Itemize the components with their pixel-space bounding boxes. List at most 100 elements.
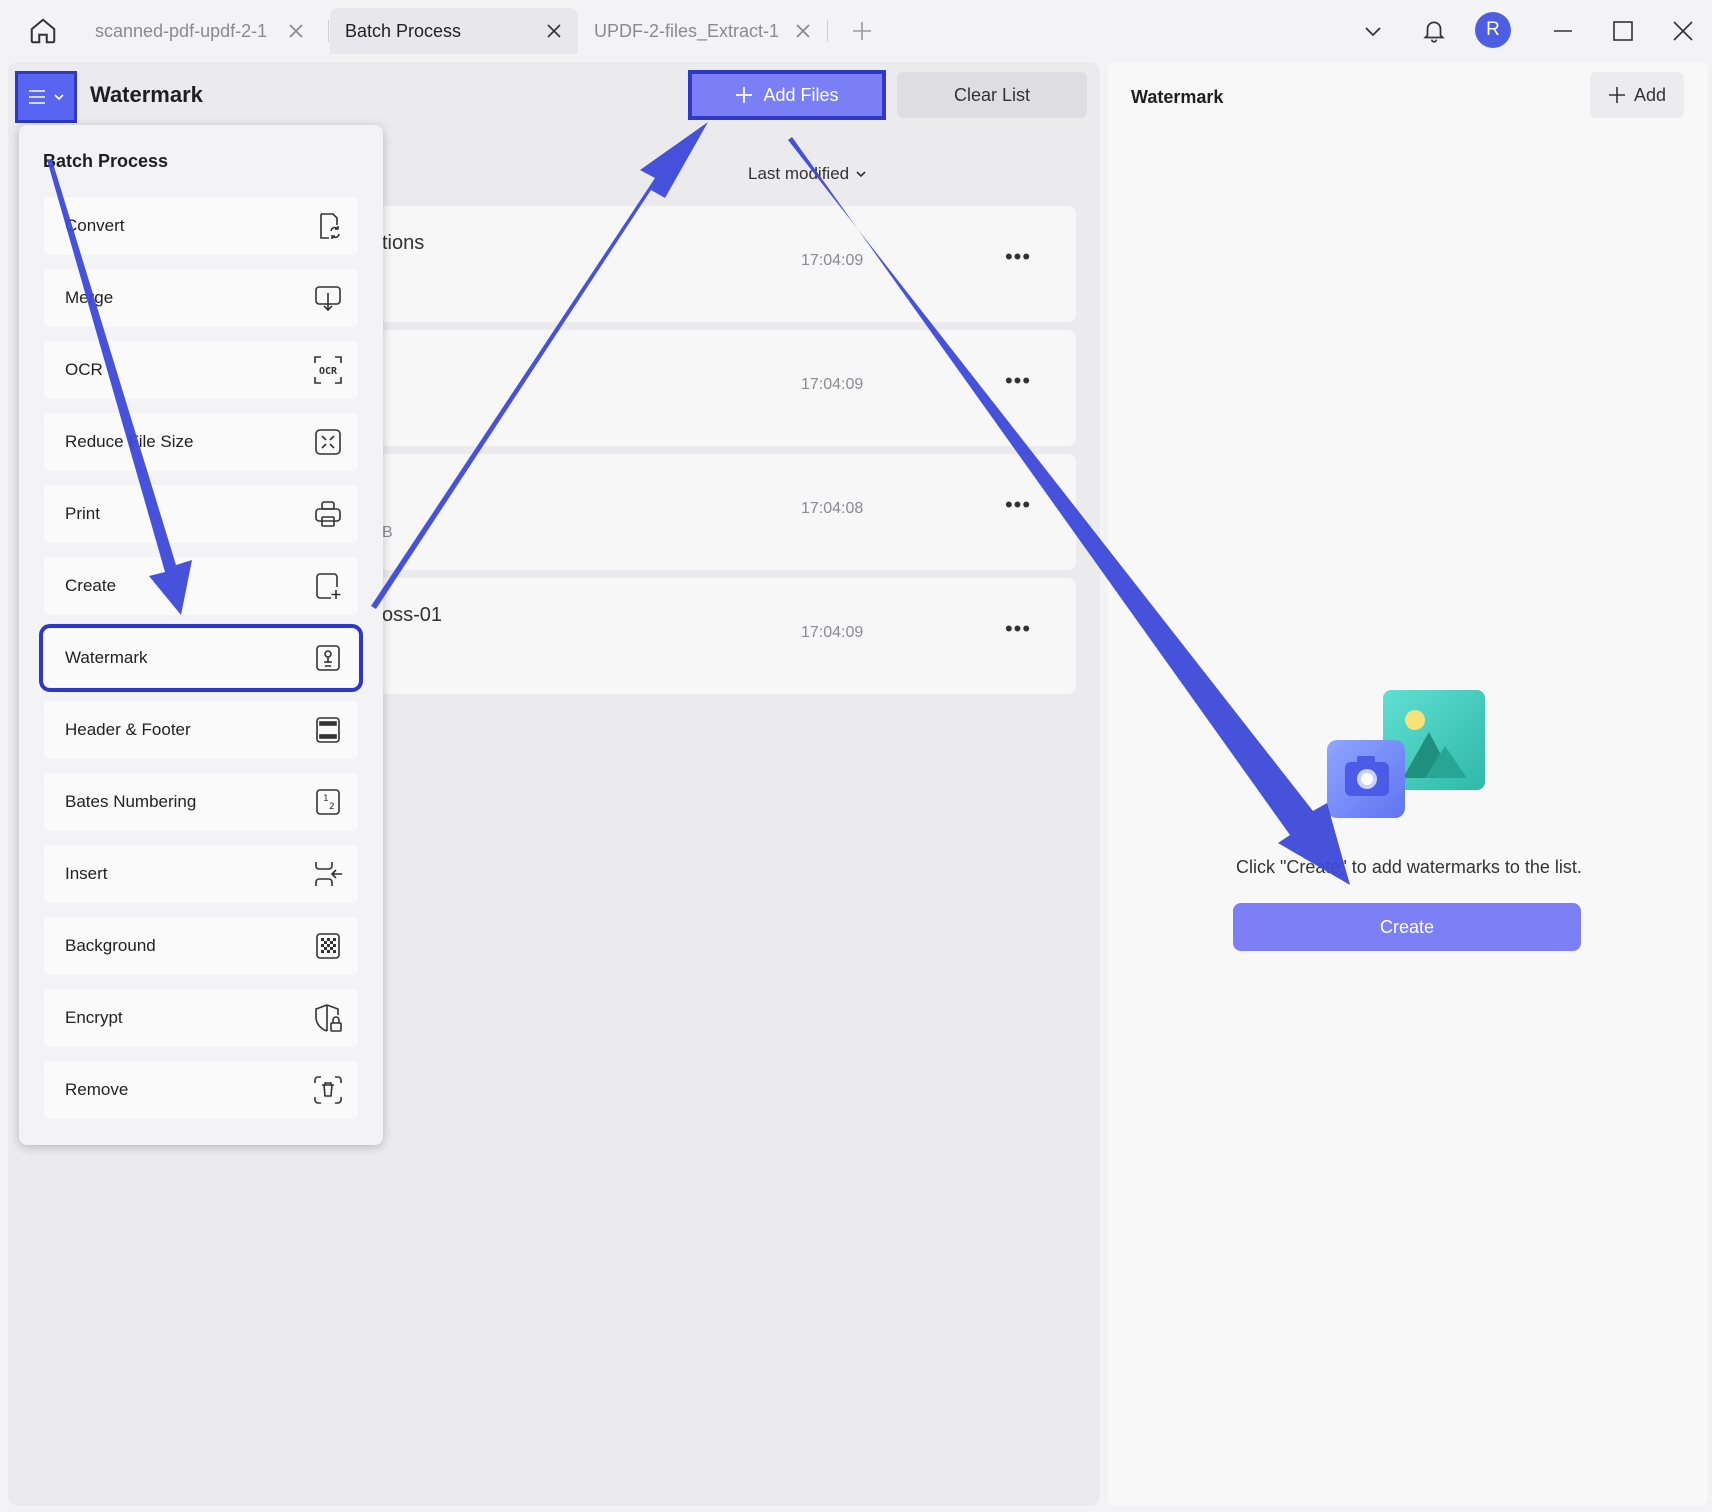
tab-bar: scanned-pdf-updf-2-1 Batch Process UPDF-… bbox=[0, 0, 1712, 60]
file-row[interactable]: B 17:04:08 ••• bbox=[372, 454, 1076, 570]
menu-item-label: Insert bbox=[65, 864, 108, 883]
watermark-icon bbox=[312, 642, 344, 674]
tab-updf-extract[interactable]: UPDF-2-files_Extract-1 bbox=[579, 8, 819, 54]
menu-item-merge[interactable]: Merge bbox=[44, 269, 358, 327]
batch-process-menu: Batch Process Convert Merge OCR OCR Redu… bbox=[19, 125, 383, 1145]
image-placeholder-icon bbox=[1327, 690, 1485, 818]
tab-divider bbox=[827, 20, 828, 42]
more-options-icon[interactable]: ••• bbox=[1000, 366, 1036, 396]
avatar[interactable]: R bbox=[1475, 12, 1511, 48]
file-row[interactable]: 17:04:09 ••• bbox=[372, 330, 1076, 446]
close-icon[interactable] bbox=[544, 21, 564, 41]
maximize-icon bbox=[1613, 21, 1633, 41]
bell-icon bbox=[1423, 21, 1445, 43]
file-time: 17:04:09 bbox=[801, 624, 864, 641]
home-icon bbox=[30, 18, 56, 44]
menu-item-label: Watermark bbox=[65, 648, 148, 667]
close-window-button[interactable] bbox=[1664, 12, 1702, 50]
add-files-label: Add Files bbox=[763, 84, 839, 105]
file-time: 17:04:09 bbox=[801, 376, 864, 393]
menu-item-encrypt[interactable]: Encrypt bbox=[44, 989, 358, 1047]
menu-item-label: Bates Numbering bbox=[65, 792, 197, 811]
menu-item-watermark[interactable]: Watermark bbox=[39, 624, 363, 692]
menu-item-label: OCR bbox=[65, 360, 103, 379]
notifications-button[interactable] bbox=[1415, 12, 1453, 50]
more-options-icon[interactable]: ••• bbox=[1000, 242, 1036, 272]
menu-item-bates-numbering[interactable]: Bates Numbering 12 bbox=[44, 773, 358, 831]
chevron-down-icon bbox=[1365, 27, 1381, 37]
menu-item-label: Background bbox=[65, 936, 156, 955]
file-name: oss-01 bbox=[382, 604, 443, 626]
plus-icon bbox=[736, 87, 753, 103]
tab-label: scanned-pdf-updf-2-1 bbox=[95, 20, 268, 41]
file-row[interactable]: tions 17:04:09 ••• bbox=[372, 206, 1076, 322]
home-button[interactable] bbox=[24, 12, 62, 50]
more-options-icon[interactable]: ••• bbox=[1000, 614, 1036, 644]
add-files-button[interactable]: Add Files bbox=[688, 70, 886, 120]
empty-state-message: Click "Create" to add watermarks to the … bbox=[1236, 857, 1582, 877]
file-row[interactable]: oss-01 17:04:09 ••• bbox=[372, 578, 1076, 694]
close-icon[interactable] bbox=[286, 21, 306, 41]
tab-label: Batch Process bbox=[345, 20, 462, 41]
encrypt-icon bbox=[312, 1002, 344, 1034]
bates-numbering-icon: 12 bbox=[312, 786, 344, 818]
maximize-button[interactable] bbox=[1604, 12, 1642, 50]
file-time: 17:04:09 bbox=[801, 252, 864, 269]
svg-text:2: 2 bbox=[329, 802, 335, 812]
tab-batch-process[interactable]: Batch Process bbox=[330, 8, 578, 54]
menu-item-ocr[interactable]: OCR OCR bbox=[44, 341, 358, 399]
svg-text:OCR: OCR bbox=[319, 366, 338, 377]
print-icon bbox=[312, 498, 344, 530]
file-meta: B bbox=[382, 524, 393, 541]
menu-heading: Batch Process bbox=[43, 151, 169, 171]
menu-item-remove[interactable]: Remove bbox=[44, 1061, 358, 1119]
sort-label: Last modified bbox=[748, 164, 850, 183]
tab-label: UPDF-2-files_Extract-1 bbox=[594, 20, 780, 41]
menu-item-insert[interactable]: Insert bbox=[44, 845, 358, 903]
chevron-down-icon bbox=[54, 94, 64, 101]
minimize-button[interactable] bbox=[1544, 12, 1582, 50]
menu-item-create[interactable]: Create bbox=[44, 557, 358, 615]
ocr-icon: OCR bbox=[312, 354, 344, 386]
add-label: Add bbox=[1633, 84, 1667, 105]
more-options-icon[interactable]: ••• bbox=[1000, 490, 1036, 520]
background-icon bbox=[312, 930, 344, 962]
compress-icon bbox=[312, 426, 344, 458]
menu-item-header-footer[interactable]: Header & Footer bbox=[44, 701, 358, 759]
menu-item-label: Convert bbox=[65, 216, 125, 235]
close-icon[interactable] bbox=[793, 21, 813, 41]
create-icon bbox=[312, 570, 344, 602]
plus-icon bbox=[1608, 87, 1625, 103]
menu-item-label: Print bbox=[65, 504, 100, 523]
clear-list-button[interactable]: Clear List bbox=[897, 72, 1087, 118]
chevron-down-icon bbox=[856, 171, 866, 178]
sort-dropdown[interactable]: Last modified bbox=[748, 164, 867, 184]
menu-item-label: Reduce File Size bbox=[65, 432, 194, 451]
convert-icon bbox=[312, 210, 344, 242]
minimize-icon bbox=[1554, 30, 1572, 32]
menu-item-background[interactable]: Background bbox=[44, 917, 358, 975]
menu-item-label: Merge bbox=[65, 288, 114, 307]
close-icon bbox=[1673, 21, 1693, 41]
insert-icon bbox=[312, 858, 344, 890]
plus-icon bbox=[853, 22, 871, 40]
create-button[interactable]: Create bbox=[1233, 903, 1581, 951]
tab-list-dropdown[interactable] bbox=[1354, 12, 1392, 50]
menu-item-label: Create bbox=[65, 576, 117, 595]
menu-item-label: Header & Footer bbox=[65, 720, 191, 739]
menu-item-convert[interactable]: Convert bbox=[44, 197, 358, 255]
remove-icon bbox=[312, 1074, 344, 1106]
new-tab-button[interactable] bbox=[843, 12, 881, 50]
merge-icon bbox=[312, 282, 344, 314]
hamburger-icon bbox=[29, 90, 45, 104]
menu-item-print[interactable]: Print bbox=[44, 485, 358, 543]
menu-item-label: Remove bbox=[65, 1080, 129, 1099]
panel-title: Watermark bbox=[1131, 87, 1224, 107]
add-watermark-button[interactable]: Add bbox=[1590, 72, 1684, 118]
file-name: tions bbox=[382, 232, 425, 254]
menu-item-reduce-file-size[interactable]: Reduce File Size bbox=[44, 413, 358, 471]
tab-scanned-pdf[interactable]: scanned-pdf-updf-2-1 bbox=[80, 8, 320, 54]
file-time: 17:04:08 bbox=[801, 500, 864, 517]
menu-toggle-button[interactable] bbox=[15, 71, 77, 123]
header-footer-icon bbox=[312, 714, 344, 746]
